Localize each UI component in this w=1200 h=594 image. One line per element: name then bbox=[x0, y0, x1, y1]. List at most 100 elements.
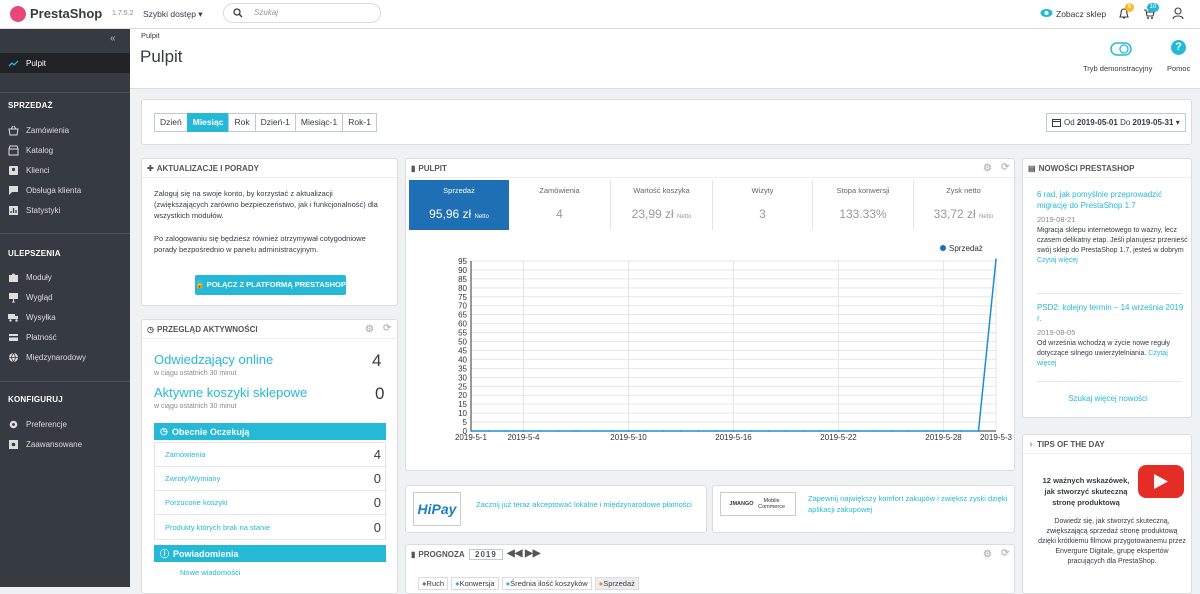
year-select[interactable]: 2019 bbox=[469, 549, 503, 560]
tip-heading[interactable]: 12 ważnych wskazówek, jak stworzyć skute… bbox=[1037, 475, 1135, 508]
newspaper-icon: ▤ bbox=[1028, 163, 1036, 173]
sidebar-item-design[interactable]: Wygląd bbox=[0, 287, 130, 307]
sidebar-item-preferences[interactable]: Preferencje bbox=[0, 414, 130, 434]
tab-traffic[interactable]: ●Ruch bbox=[418, 577, 449, 590]
kpi-orders[interactable]: Zamówienia 4 bbox=[509, 180, 611, 230]
date-range-picker[interactable]: Od 2019-05-01 Do 2019-05-31 ▾ bbox=[1046, 113, 1186, 132]
quick-access-button[interactable]: Szybki dostęp ▾ bbox=[143, 9, 203, 20]
data-point bbox=[907, 430, 910, 432]
list-item[interactable]: Zwroty/Wymiany 0 bbox=[155, 467, 387, 491]
panel-title: PULPIT bbox=[418, 163, 447, 173]
list-item-label[interactable]: Porzucone koszyki bbox=[165, 498, 228, 507]
view-store-link[interactable]: Zobacz sklep bbox=[1056, 9, 1106, 19]
more-news-link[interactable]: Szukaj więcej nowości bbox=[1023, 394, 1193, 403]
hipay-banner[interactable]: HiPay Zacznij już teraz akceptować lokal… bbox=[405, 485, 707, 533]
bar-chart-icon: ▮ bbox=[411, 163, 416, 173]
read-more-link[interactable]: Czytaj więcej bbox=[1037, 257, 1078, 264]
help-icon[interactable]: ? bbox=[1171, 40, 1186, 55]
x-tick-label: 2019-5-1 bbox=[455, 433, 488, 442]
notifications-title: Powiadomienia bbox=[173, 548, 239, 559]
jmango-banner[interactable]: JMANGO Mobile Commerce Zapewnij największ… bbox=[712, 485, 1015, 533]
period-year-button[interactable]: Rok bbox=[228, 113, 256, 132]
youtube-play-icon[interactable] bbox=[1138, 465, 1184, 498]
updates-text-1: Zaloguj się na swoje konto, by korzystać… bbox=[154, 189, 378, 220]
refresh-icon[interactable]: ⟳ bbox=[1001, 548, 1009, 559]
list-item[interactable]: Produkty których brak na stanie 0 bbox=[155, 515, 387, 539]
prestashop-logo-icon[interactable] bbox=[10, 6, 26, 22]
period-buttons: Dzień Miesiąc Rok Dzień-1 Miesiąc-1 Rok-… bbox=[154, 113, 377, 132]
quick-access-label: Szybki dostęp bbox=[143, 9, 196, 19]
kpi-sales[interactable]: Sprzedaż 95,96 zł Netto bbox=[409, 180, 509, 230]
hipay-text[interactable]: Zacznij już teraz akceptować lokalne i m… bbox=[476, 499, 696, 510]
y-tick-label: 15 bbox=[458, 400, 467, 409]
jmango-text[interactable]: Zapewnij największy komfort zakupów i zw… bbox=[808, 493, 1008, 515]
notifications-header[interactable]: ⓘ Powiadomienia bbox=[154, 545, 386, 562]
new-messages-link[interactable]: Nowe wiadomości bbox=[180, 568, 240, 577]
sidebar-item-stats[interactable]: Statystyki bbox=[0, 200, 130, 220]
refresh-icon[interactable]: ⟳ bbox=[383, 323, 391, 334]
news-title[interactable]: PSD2: kolejny termin – 14 września 2019 … bbox=[1037, 302, 1187, 324]
sidebar-item-dashboard[interactable]: Pulpit bbox=[0, 53, 130, 73]
demo-mode-label[interactable]: Tryb demonstracyjny bbox=[1083, 64, 1152, 73]
period-prev-day-button[interactable]: Dzień-1 bbox=[254, 113, 296, 132]
collapse-sidebar-icon[interactable]: « bbox=[110, 33, 116, 44]
help-label[interactable]: Pomoc bbox=[1167, 64, 1190, 73]
period-prev-month-button[interactable]: Miesiąc-1 bbox=[294, 113, 344, 132]
x-tick-label: 2019-5-10 bbox=[610, 433, 647, 442]
logo-text[interactable]: PrestaShop bbox=[30, 6, 102, 21]
configure-icon[interactable]: ⚙ bbox=[983, 163, 992, 174]
sidebar-item-customers[interactable]: Klienci bbox=[0, 160, 130, 180]
kpi-visits[interactable]: Wizyty 3 bbox=[713, 180, 813, 230]
data-point bbox=[820, 430, 822, 432]
list-item-label[interactable]: Zwroty/Wymiany bbox=[165, 474, 220, 483]
toggle-icon[interactable] bbox=[1110, 42, 1132, 56]
tab-average-cart[interactable]: ●Średnia ilość koszyków bbox=[501, 577, 592, 590]
sidebar-item-customer-service[interactable]: Obsługa klienta bbox=[0, 180, 130, 200]
list-item-label[interactable]: Zamówienia bbox=[165, 450, 205, 459]
refresh-icon[interactable]: ⟳ bbox=[1001, 162, 1009, 173]
sidebar-item-international[interactable]: Międzynarodowy bbox=[0, 347, 130, 367]
pending-header[interactable]: ◷ Obecnie Oczekują bbox=[154, 423, 386, 440]
connect-platform-button[interactable]: 🔓 POŁĄCZ Z PLATFORMĄ PRESTASHOP bbox=[195, 275, 346, 295]
period-day-button[interactable]: Dzień bbox=[154, 113, 188, 132]
search-box[interactable]: Szukaj bbox=[223, 3, 381, 23]
period-prev-year-button[interactable]: Rok-1 bbox=[342, 113, 377, 132]
sidebar-item-payment[interactable]: Płatność bbox=[0, 327, 130, 347]
list-item[interactable]: Zamówienia 4 bbox=[155, 443, 387, 467]
sidebar-item-catalog[interactable]: Katalog bbox=[0, 140, 130, 160]
kpi-cart-value[interactable]: Wartość koszyka 23,99 zł Netto bbox=[611, 180, 713, 230]
active-carts-label[interactable]: Aktywne koszyki sklepowe bbox=[154, 385, 307, 400]
sidebar-item-modules[interactable]: Moduły bbox=[0, 267, 130, 287]
sidebar-item-label: Zamówienia bbox=[26, 125, 70, 135]
breadcrumb[interactable]: Pulpit bbox=[141, 31, 160, 40]
sidebar-item-orders[interactable]: Zamówienia bbox=[0, 120, 130, 140]
configure-icon[interactable]: ⚙ bbox=[983, 549, 992, 560]
user-icon[interactable] bbox=[1172, 7, 1184, 20]
list-item-label[interactable]: Produkty których brak na stanie bbox=[165, 523, 270, 532]
y-tick-label: 45 bbox=[458, 346, 467, 355]
panel-title: AKTUALIZACJE I PORADY bbox=[156, 163, 259, 173]
data-point bbox=[505, 430, 507, 432]
period-month-button[interactable]: Miesiąc bbox=[186, 113, 230, 132]
sidebar-item-advanced[interactable]: Zaawansowane bbox=[0, 434, 130, 454]
configure-icon[interactable]: ⚙ bbox=[365, 324, 374, 335]
tab-sales[interactable]: ●Sprzedaż bbox=[594, 577, 639, 590]
credit-card-icon bbox=[9, 333, 18, 341]
sidebar-item-shipping[interactable]: Wysyłka bbox=[0, 307, 130, 327]
sidebar-item-label: Wygląd bbox=[26, 292, 53, 302]
next-year-icon[interactable]: ▶▶ bbox=[525, 548, 540, 559]
panel-heading: ♀ TIPS OF THE DAY bbox=[1023, 435, 1191, 454]
active-carts-subtitle: w ciągu ostatnich 30 minut bbox=[154, 403, 237, 410]
list-item[interactable]: Porzucone koszyki 0 bbox=[155, 491, 387, 515]
kpi-conversion[interactable]: Stopa konwersji 133.33% bbox=[813, 180, 914, 230]
previous-year-icon[interactable]: ◀◀ bbox=[507, 548, 522, 559]
kpi-net-profit[interactable]: Zysk netto 33,72 zł Netto bbox=[914, 180, 1013, 230]
jmango-logo-text: JMANGO bbox=[729, 501, 754, 507]
kpi-suffix: Netto bbox=[677, 214, 692, 220]
online-visitors-label[interactable]: Odwiedzający online bbox=[154, 352, 273, 367]
news-title[interactable]: 6 rad, jak pomyślnie przeprowadzić migra… bbox=[1037, 189, 1187, 211]
tips-panel: ♀ TIPS OF THE DAY 12 ważnych wskazówek, j… bbox=[1022, 434, 1192, 594]
search-input[interactable]: Szukaj bbox=[254, 8, 278, 17]
tab-conversion[interactable]: ●Konwersja bbox=[451, 577, 499, 590]
data-point bbox=[680, 430, 682, 432]
